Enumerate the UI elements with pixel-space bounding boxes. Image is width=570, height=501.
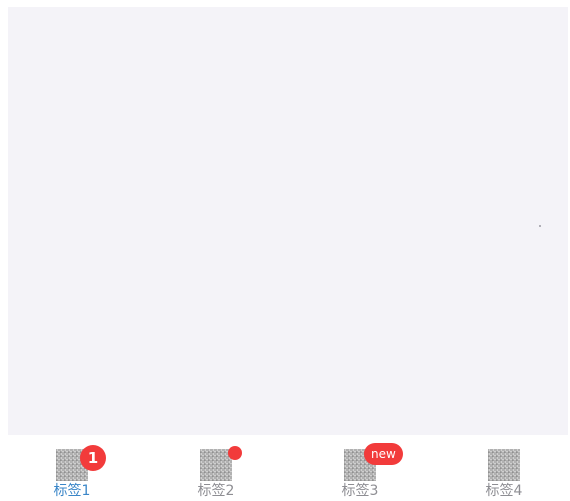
tab-badge-count: 1 xyxy=(80,445,106,471)
tab-label: 标签3 xyxy=(341,483,379,499)
placeholder-image-icon xyxy=(488,449,520,481)
tab-badge-new: new xyxy=(364,443,403,465)
tab-item-3[interactable]: new 标签3 xyxy=(300,435,420,501)
content-dot xyxy=(539,225,541,227)
tab-label: 标签2 xyxy=(197,483,235,499)
main-content-area xyxy=(8,7,568,435)
tab-label: 标签4 xyxy=(485,483,523,499)
tab-bar: 1 标签1 标签2 new 标签3 标签4 xyxy=(0,435,570,501)
tab-badge-dot xyxy=(228,446,242,460)
tab-label: 标签1 xyxy=(53,483,91,499)
tab-item-4[interactable]: 标签4 xyxy=(444,435,564,501)
tab-item-1[interactable]: 1 标签1 xyxy=(12,435,132,501)
tab-item-2[interactable]: 标签2 xyxy=(156,435,276,501)
